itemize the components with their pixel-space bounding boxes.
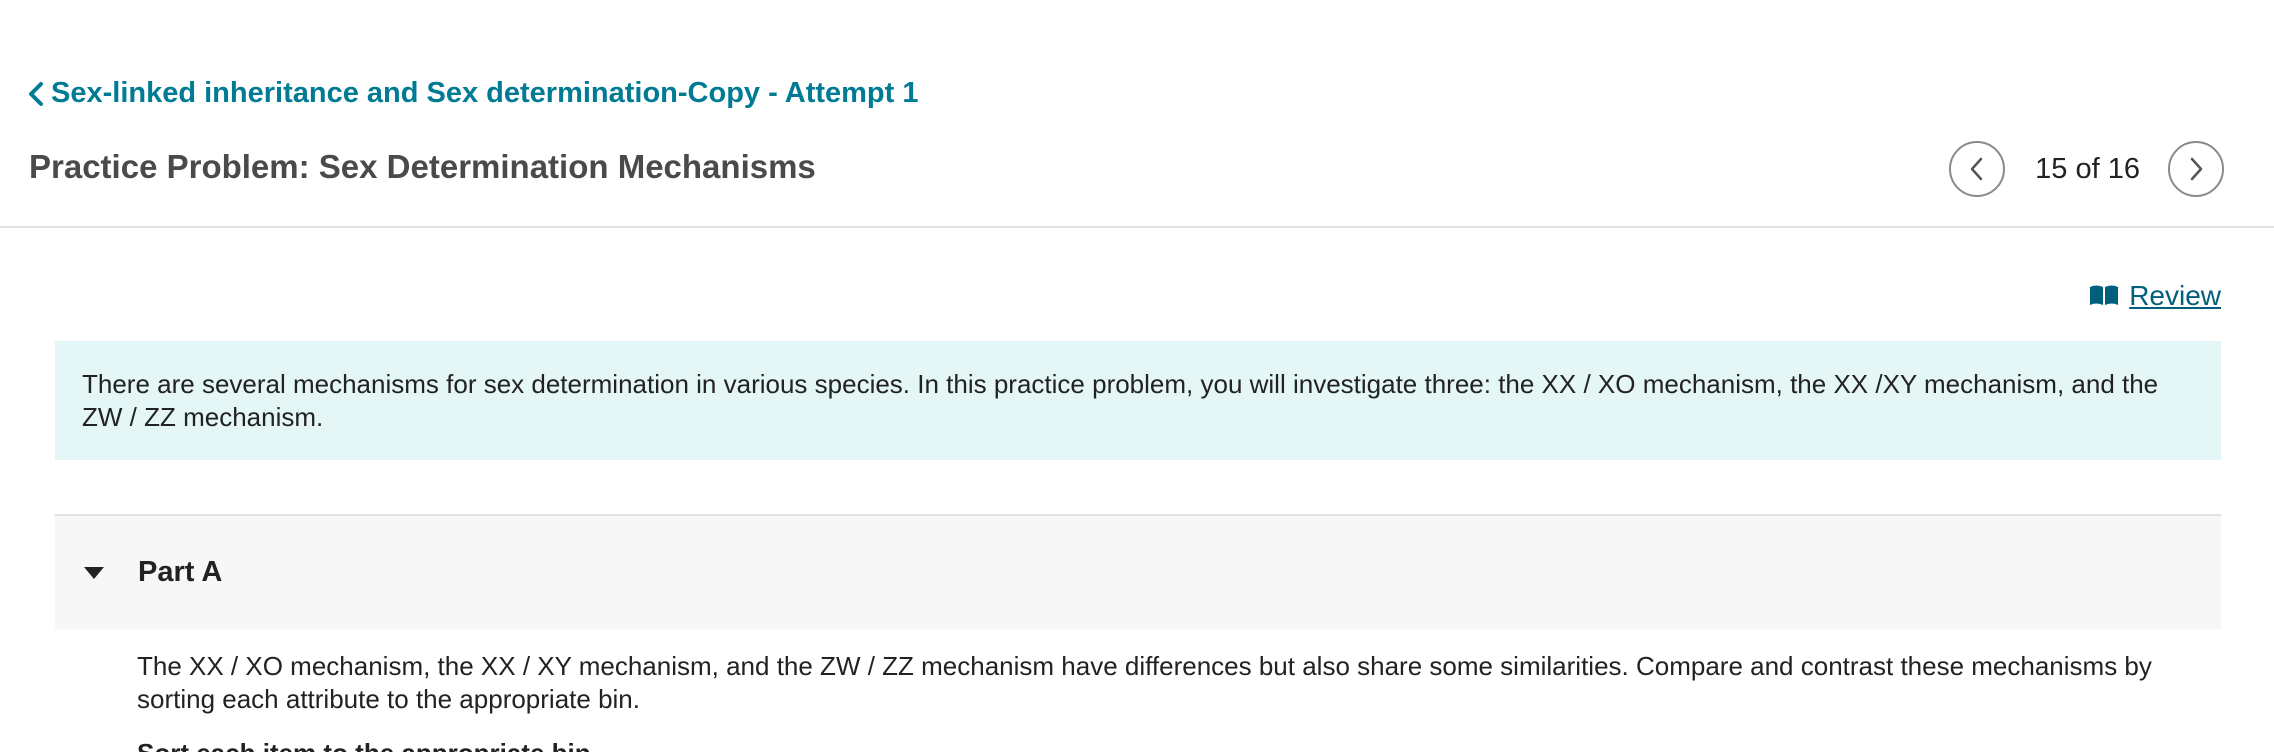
caret-down-icon (84, 566, 104, 579)
part-a-header[interactable]: Part A (55, 514, 2221, 629)
review-link[interactable]: Review (2089, 280, 2221, 312)
open-book-icon (2090, 285, 2119, 305)
part-a-title: Part A (138, 556, 223, 588)
item-counter: 15 of 16 (2035, 152, 2140, 185)
intro-box: There are several mechanisms for sex det… (55, 341, 2221, 460)
part-a-description: The XX / XO mechanism, the XX / XY mecha… (137, 651, 2152, 714)
previous-item-button[interactable] (1949, 141, 2006, 197)
intro-text: There are several mechanisms for sex det… (82, 369, 2159, 432)
chevron-left-icon (1970, 157, 1983, 181)
chevron-right-icon (2190, 157, 2203, 181)
part-a-instruction: Sort each item to the appropriate bin. (137, 738, 598, 752)
back-link-label: Sex-linked inheritance and Sex determina… (51, 77, 919, 109)
back-link[interactable]: Sex-linked inheritance and Sex determina… (27, 77, 918, 110)
next-item-button[interactable] (2168, 141, 2224, 197)
review-link-label: Review (2129, 280, 2221, 311)
page-title: Practice Problem: Sex Determination Mech… (29, 148, 816, 185)
chevron-left-icon (29, 81, 43, 106)
pager: 15 of 16 (1949, 141, 2224, 197)
header-divider (0, 226, 2274, 228)
